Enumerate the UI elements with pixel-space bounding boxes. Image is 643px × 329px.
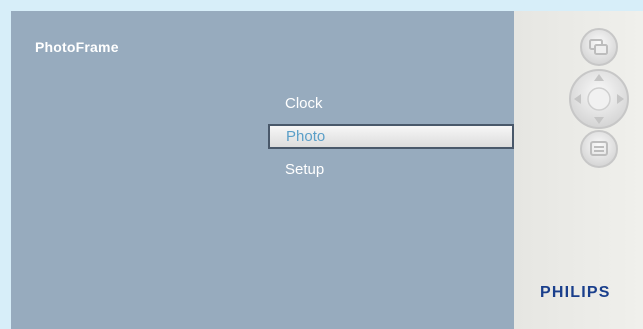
control-panel: PHILIPS [514, 11, 643, 329]
menu-item-label: Photo [286, 128, 326, 145]
menu-button[interactable] [580, 130, 618, 168]
photo-frame-device: PhotoFrame Clock Photo Setup PHILIPS [0, 0, 643, 329]
main-menu: Clock Photo Setup [268, 91, 514, 190]
slideshow-button[interactable] [580, 28, 618, 66]
app-title: PhotoFrame [35, 39, 119, 55]
menu-item-label: Setup [285, 161, 325, 178]
menu-item-setup[interactable]: Setup [268, 157, 514, 182]
screen: PhotoFrame Clock Photo Setup [11, 11, 514, 329]
navigation-pad[interactable] [569, 69, 629, 129]
menu-item-photo[interactable]: Photo [268, 124, 514, 149]
menu-item-label: Clock [285, 95, 323, 112]
menu-item-clock[interactable]: Clock [268, 91, 514, 116]
brand-logo: PHILIPS [540, 284, 611, 301]
control-buttons [569, 28, 629, 168]
